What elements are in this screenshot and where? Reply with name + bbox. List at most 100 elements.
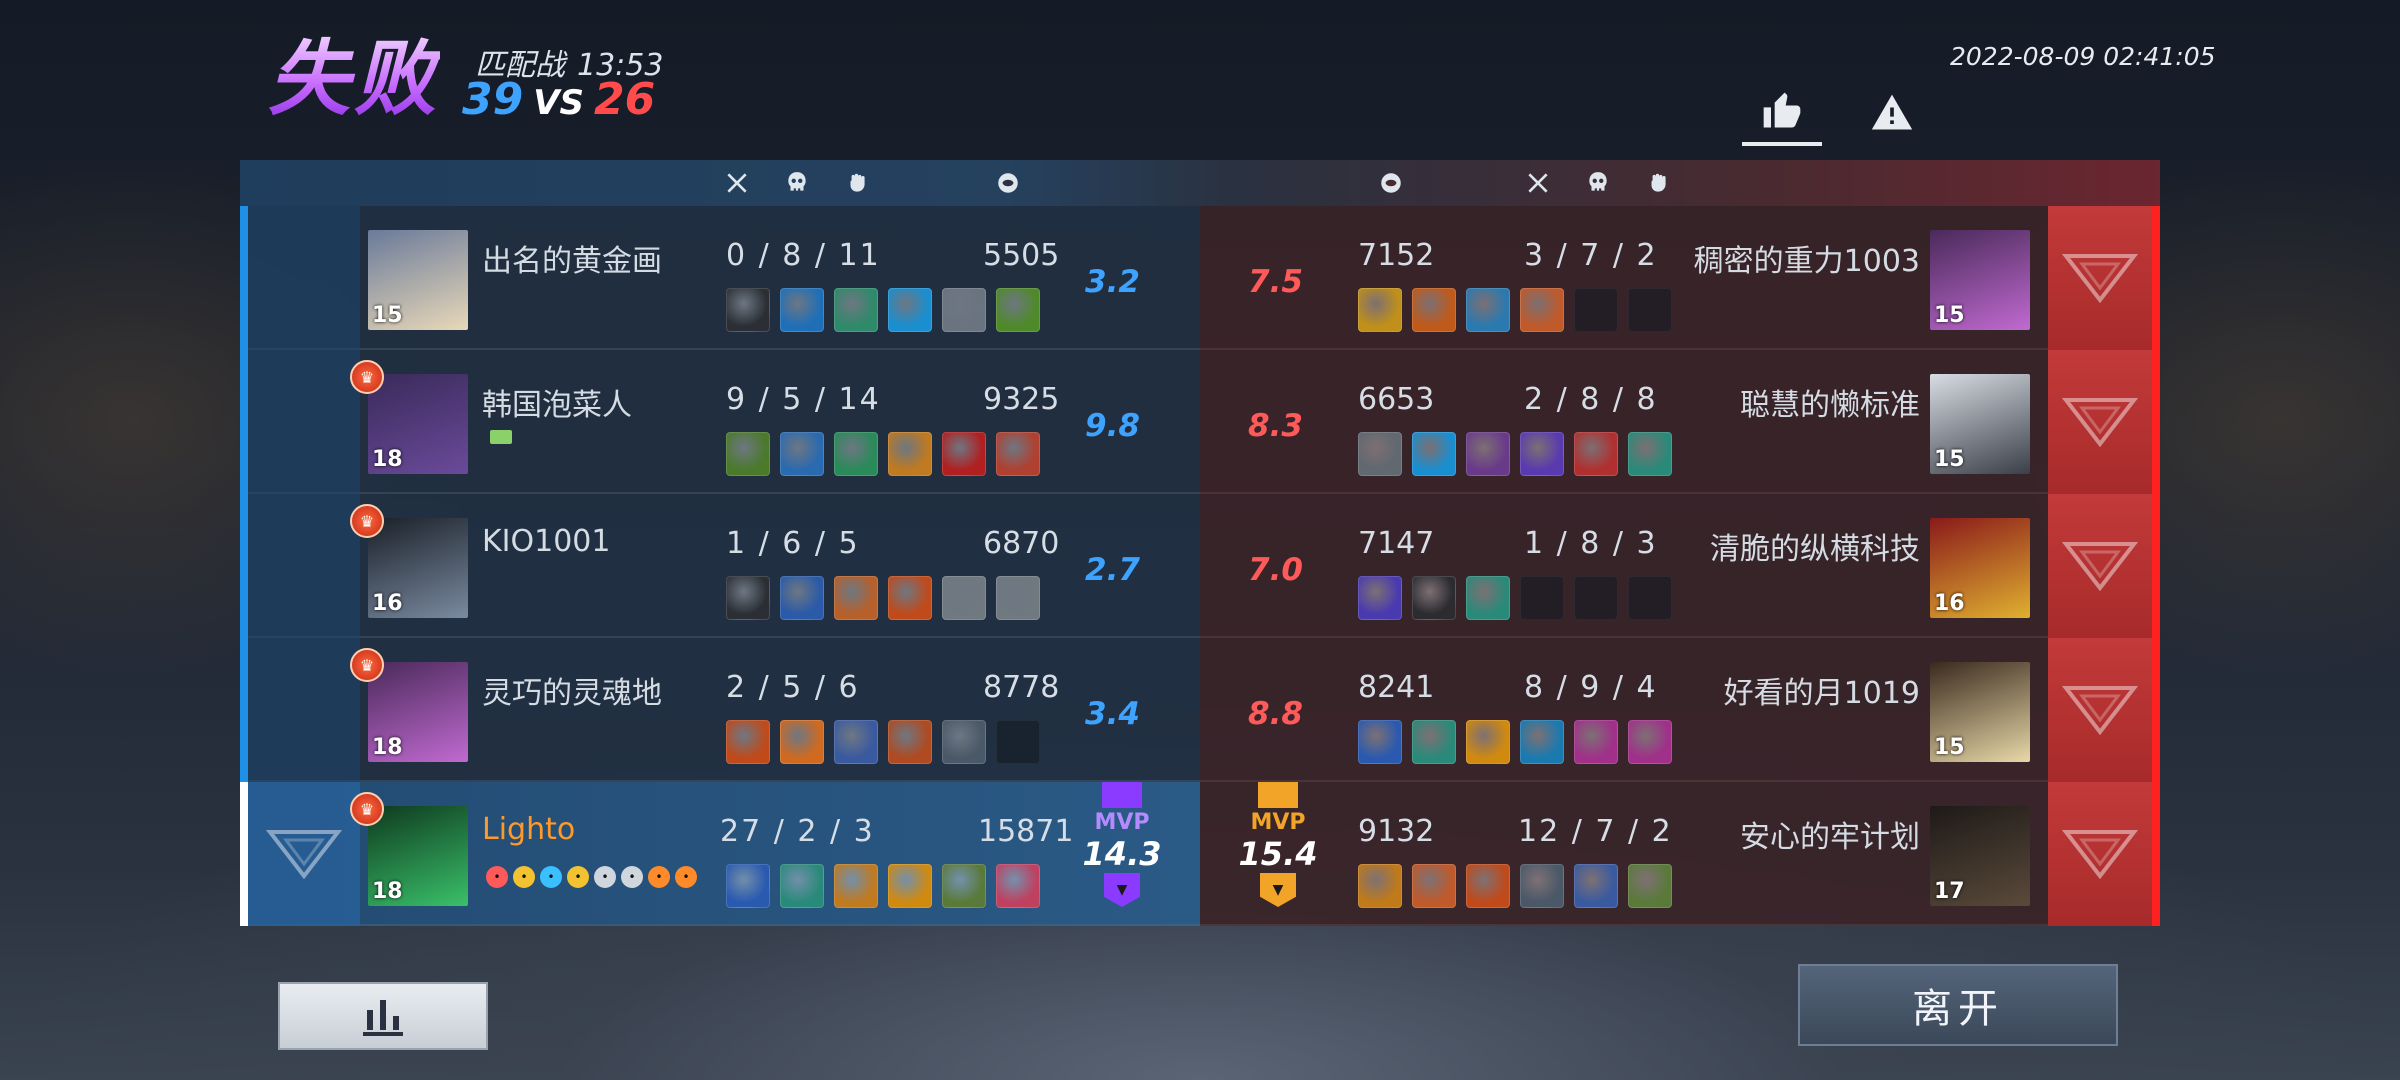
item-icon[interactable] (1358, 720, 1402, 764)
item-icon[interactable] (888, 720, 932, 764)
item-icon[interactable] (996, 864, 1040, 908)
item-icon[interactable] (888, 864, 932, 908)
coin-icon (1381, 173, 1401, 193)
item-icon[interactable] (1628, 432, 1672, 476)
item-icon[interactable] (1412, 288, 1456, 332)
item-icon[interactable] (1466, 720, 1510, 764)
item-icon[interactable] (726, 432, 770, 476)
item-icon[interactable] (942, 864, 986, 908)
item-icon[interactable] (1358, 432, 1402, 476)
blue-item-list (726, 288, 1040, 332)
red-player-avatar[interactable]: 16 (1930, 518, 2030, 618)
mvp-tail: ▼ (1260, 873, 1296, 907)
like-button[interactable] (1742, 80, 1822, 146)
red-kda: 1 / 8 / 3 (1524, 526, 1658, 561)
item-icon[interactable] (1466, 432, 1510, 476)
expand-triangle-icon (2062, 686, 2138, 736)
item-icon[interactable] (780, 720, 824, 764)
item-icon[interactable] (780, 288, 824, 332)
item-icon[interactable] (942, 432, 986, 476)
item-icon[interactable] (726, 288, 770, 332)
red-item-list (1358, 432, 1672, 476)
blue-player-avatar[interactable]: 18 (368, 662, 468, 762)
blue-player-avatar[interactable]: 18 (368, 806, 468, 906)
item-icon[interactable] (1520, 576, 1564, 620)
item-icon[interactable] (1574, 288, 1618, 332)
red-kda: 3 / 7 / 2 (1524, 238, 1658, 273)
blue-row-side (248, 494, 360, 638)
report-button[interactable] (1852, 80, 1932, 146)
item-icon[interactable] (1520, 288, 1564, 332)
item-icon[interactable] (726, 720, 770, 764)
item-icon[interactable] (726, 864, 770, 908)
red-player-avatar[interactable]: 15 (1930, 662, 2030, 762)
blue-player-avatar[interactable]: 18 (368, 374, 468, 474)
item-icon[interactable] (834, 576, 878, 620)
item-icon[interactable] (1520, 432, 1564, 476)
item-icon[interactable] (1574, 720, 1618, 764)
item-icon[interactable] (834, 432, 878, 476)
item-icon[interactable] (1574, 576, 1618, 620)
red-player-name: 清脆的纵横科技 (1710, 532, 1920, 567)
item-icon[interactable] (1358, 288, 1402, 332)
item-icon[interactable] (1466, 864, 1510, 908)
item-icon[interactable] (1574, 864, 1618, 908)
item-icon[interactable] (942, 576, 986, 620)
blue-player-avatar[interactable]: 16 (368, 518, 468, 618)
item-icon[interactable] (1628, 288, 1672, 332)
item-icon[interactable] (1466, 576, 1510, 620)
item-icon[interactable] (996, 720, 1040, 764)
item-icon[interactable] (996, 288, 1040, 332)
red-row-side[interactable] (2048, 206, 2152, 350)
item-icon[interactable] (942, 288, 986, 332)
item-icon[interactable] (834, 720, 878, 764)
item-icon[interactable] (888, 288, 932, 332)
red-row-side[interactable] (2048, 350, 2152, 494)
item-icon[interactable] (888, 576, 932, 620)
red-player-avatar[interactable]: 15 (1930, 374, 2030, 474)
item-icon[interactable] (1412, 576, 1456, 620)
item-icon[interactable] (996, 576, 1040, 620)
red-row-side[interactable] (2048, 782, 2152, 926)
item-icon[interactable] (1358, 576, 1402, 620)
item-icon[interactable] (1412, 864, 1456, 908)
leave-button[interactable]: 离开 (1798, 964, 2118, 1046)
red-row-side[interactable] (2048, 638, 2152, 782)
scoreboard-row: 18 ♛ 韩国泡菜人 9 / 5 / 14 9325 9.8 8.3 6653 2 / 8 / … (240, 350, 2160, 494)
red-player-avatar[interactable]: 17 (1930, 806, 2030, 906)
item-icon[interactable] (834, 864, 878, 908)
item-icon[interactable] (726, 576, 770, 620)
red-team-stripe (2152, 206, 2160, 350)
player-level: 15 (1934, 735, 1965, 760)
mvp-badge-red: MVP 15.4 ▼ (1239, 782, 1317, 907)
item-icon[interactable] (780, 864, 824, 908)
blue-kda: 1 / 6 / 5 (726, 526, 860, 561)
item-icon[interactable] (834, 288, 878, 332)
item-icon[interactable] (888, 432, 932, 476)
item-icon[interactable] (1412, 720, 1456, 764)
blue-player-avatar[interactable]: 15 (368, 230, 468, 330)
scoreboard-row: 18 ♛ 灵巧的灵魂地 2 / 5 / 6 8778 3.4 8.8 8241 8 / 9 / … (240, 638, 2160, 782)
item-icon[interactable] (1520, 720, 1564, 764)
item-icon[interactable] (780, 432, 824, 476)
item-icon[interactable] (1628, 864, 1672, 908)
item-icon[interactable] (780, 576, 824, 620)
item-icon[interactable] (1574, 432, 1618, 476)
item-icon[interactable] (1358, 864, 1402, 908)
blue-row-side[interactable] (248, 782, 360, 926)
item-icon[interactable] (1628, 576, 1672, 620)
item-icon[interactable] (1412, 432, 1456, 476)
match-result-screen: 失败 匹配战 13:53 39 VS 26 2022-08-09 02:41:05 1… (0, 0, 2400, 1080)
item-icon[interactable] (996, 432, 1040, 476)
red-team-stripe (2152, 638, 2160, 782)
item-icon[interactable] (942, 720, 986, 764)
red-player-avatar[interactable]: 15 (1930, 230, 2030, 330)
stats-button[interactable] (278, 982, 488, 1050)
red-row-side[interactable] (2048, 494, 2152, 638)
item-icon[interactable] (1466, 288, 1510, 332)
item-icon[interactable] (1520, 864, 1564, 908)
blue-rating: 9.8 (1085, 408, 1140, 444)
player-level: 18 (372, 447, 403, 472)
blue-row-side (248, 350, 360, 494)
item-icon[interactable] (1628, 720, 1672, 764)
